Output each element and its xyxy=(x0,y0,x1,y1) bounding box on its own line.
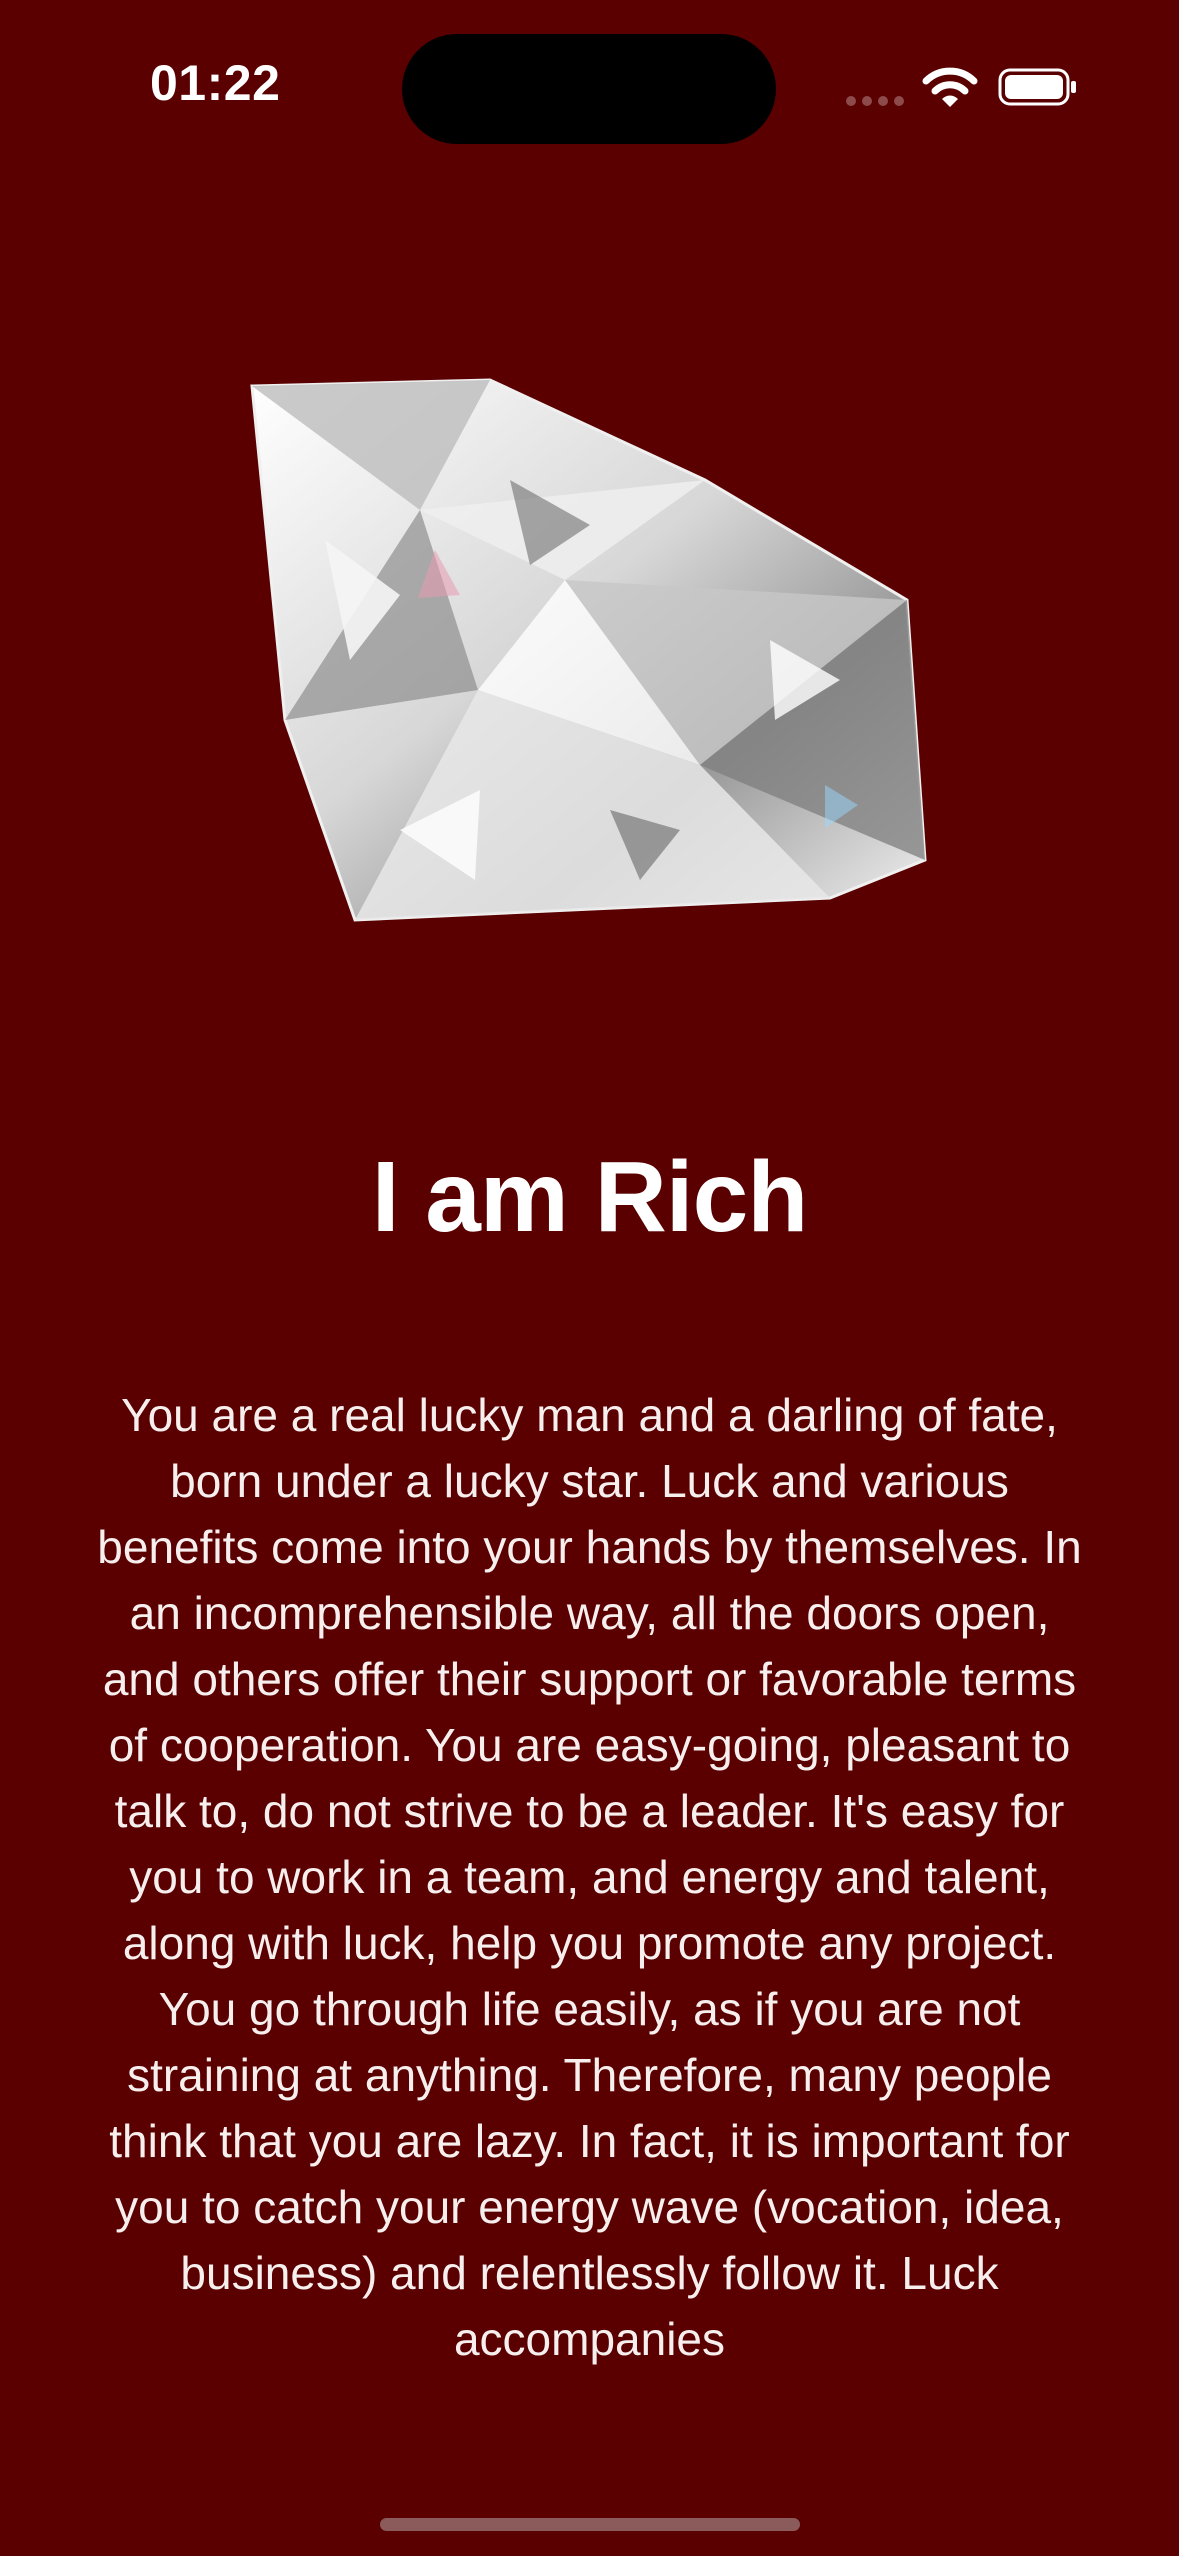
page-title: I am Rich xyxy=(371,1141,809,1253)
cellular-signal-icon xyxy=(846,96,906,106)
dynamic-island xyxy=(402,34,776,144)
status-bar: 01:22 xyxy=(0,0,1179,170)
diamond-image xyxy=(250,378,927,922)
description-text: You are a real lucky man and a darling o… xyxy=(97,1389,1082,2365)
battery-icon xyxy=(998,68,1076,106)
home-indicator[interactable] xyxy=(380,2518,800,2531)
wifi-icon xyxy=(922,67,978,107)
status-time: 01:22 xyxy=(150,55,281,111)
